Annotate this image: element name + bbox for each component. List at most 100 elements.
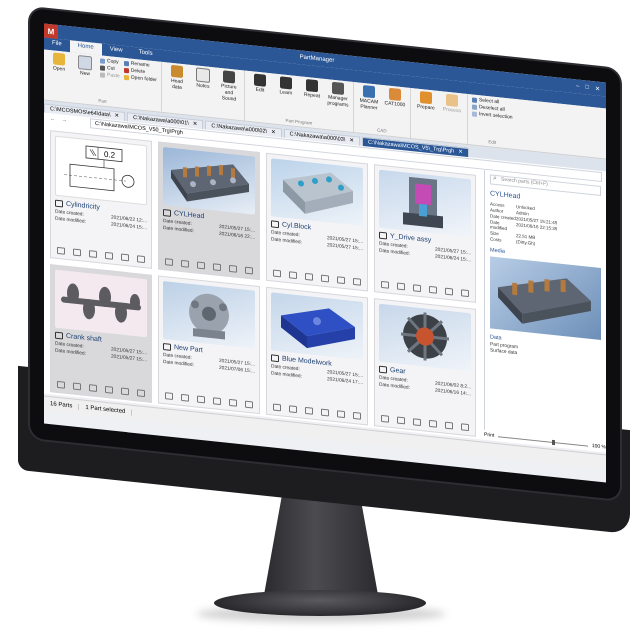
program-icon[interactable] xyxy=(337,276,345,285)
new-button[interactable]: New xyxy=(74,55,96,78)
part-card[interactable]: Cyl.Block Date created: 2021/05/27 15:...… xyxy=(266,152,368,292)
grid-icon[interactable] xyxy=(305,272,313,281)
learn-icon xyxy=(279,76,292,90)
open-button[interactable]: Open xyxy=(48,52,70,73)
edit-button[interactable]: Edit xyxy=(249,73,271,94)
folder-icon xyxy=(379,365,387,374)
settings-icon[interactable] xyxy=(461,289,469,298)
notes-icon[interactable] xyxy=(321,274,329,283)
notes-icon[interactable] xyxy=(213,397,221,406)
cam-icon[interactable] xyxy=(397,416,405,425)
paste-button[interactable]: Paste xyxy=(100,71,120,79)
minimize-icon[interactable]: – xyxy=(576,83,579,90)
gear-icon xyxy=(419,90,432,105)
print-button[interactable]: Print xyxy=(484,432,494,439)
part-card-selected[interactable]: CYLHead Date created: 2021/05/27 15:... D… xyxy=(158,141,260,281)
settings-icon[interactable] xyxy=(137,255,145,264)
close-icon[interactable]: ✕ xyxy=(595,85,600,93)
close-tab-icon[interactable]: ✕ xyxy=(271,129,276,135)
notes-button[interactable]: Notes xyxy=(192,67,214,90)
prepare-button[interactable]: Prepare xyxy=(415,90,437,112)
cam-icon[interactable] xyxy=(289,405,297,414)
cam-icon[interactable] xyxy=(181,393,189,402)
settings-icon[interactable] xyxy=(461,423,469,432)
notes-icon[interactable] xyxy=(105,251,113,260)
folder-icon[interactable] xyxy=(57,380,65,389)
part-thumbnail xyxy=(55,269,147,338)
part-name: New Part xyxy=(174,344,203,355)
media-preview[interactable] xyxy=(490,256,601,341)
folder-icon xyxy=(123,74,129,80)
manager-programs-button[interactable]: Manager programs xyxy=(327,81,349,108)
folder-icon[interactable] xyxy=(273,269,281,278)
part-name: CYLHead xyxy=(174,210,205,221)
part-card[interactable]: 0.2 Cylindricity Date created: 2021/06/22… xyxy=(50,130,152,269)
manager-icon xyxy=(331,81,344,95)
settings-icon[interactable] xyxy=(245,266,253,275)
close-tab-icon[interactable]: ✕ xyxy=(349,138,354,144)
notes-icon[interactable] xyxy=(429,285,437,294)
program-icon[interactable] xyxy=(229,264,237,273)
notes-icon[interactable] xyxy=(105,385,113,394)
grid-icon[interactable] xyxy=(413,284,421,293)
cam-icon[interactable] xyxy=(289,271,297,280)
cam-icon[interactable] xyxy=(73,382,81,391)
folder-icon xyxy=(55,331,63,340)
planner-icon xyxy=(362,84,375,99)
notes-icon[interactable] xyxy=(213,263,221,272)
cat1000-button[interactable]: CAT1000 xyxy=(384,87,406,108)
learn-button[interactable]: Learn xyxy=(275,76,297,97)
folder-icon[interactable] xyxy=(57,246,65,255)
speaker-icon xyxy=(222,70,235,84)
settings-icon[interactable] xyxy=(245,400,253,409)
folder-icon[interactable] xyxy=(165,392,173,401)
cam-icon[interactable] xyxy=(181,259,189,268)
grid-icon[interactable] xyxy=(305,406,313,415)
new-icon xyxy=(78,55,92,71)
back-arrow-icon[interactable]: ← xyxy=(50,116,56,123)
settings-icon[interactable] xyxy=(353,277,361,286)
notes-icon xyxy=(195,67,210,83)
folder-icon[interactable] xyxy=(381,280,389,289)
cam-icon[interactable] xyxy=(397,282,405,291)
part-card[interactable]: Blue Modelwork Date created: 2021/05/27 1… xyxy=(266,286,368,426)
macam-planner-button[interactable]: MACAM Planner xyxy=(358,84,380,112)
part-card[interactable]: Gear Date created: 2021/06/02 8:2... Date… xyxy=(374,298,476,437)
maximize-icon[interactable]: □ xyxy=(585,84,589,91)
folder-icon[interactable] xyxy=(273,403,281,412)
close-tab-icon[interactable]: ✕ xyxy=(193,121,198,127)
settings-icon[interactable] xyxy=(137,389,145,398)
part-name: Cylindricity xyxy=(66,200,100,212)
notes-icon[interactable] xyxy=(429,419,437,428)
cam-icon[interactable] xyxy=(73,248,81,257)
part-card[interactable]: Y_Drive assy Date created: 2021/05/27 15:… xyxy=(374,164,476,303)
folder-icon xyxy=(271,220,279,229)
notes-icon[interactable] xyxy=(321,408,329,417)
process-button[interactable]: Process xyxy=(441,93,463,114)
grid-icon[interactable] xyxy=(413,418,421,427)
program-icon[interactable] xyxy=(121,253,129,262)
part-thumbnail xyxy=(271,292,363,360)
folder-icon xyxy=(379,231,387,240)
program-icon[interactable] xyxy=(229,398,237,407)
close-tab-icon[interactable]: ✕ xyxy=(458,149,463,155)
process-icon xyxy=(445,93,458,107)
head-data-button[interactable]: Head data xyxy=(166,64,188,91)
program-icon[interactable] xyxy=(445,287,453,296)
repeat-button[interactable]: Repeat xyxy=(301,78,323,99)
program-icon[interactable] xyxy=(121,387,129,396)
picture-sound-button[interactable]: Picture and Sound xyxy=(218,70,240,103)
close-tab-icon[interactable]: ✕ xyxy=(115,113,120,119)
part-card[interactable]: New Part Date created: 2021/05/27 15:... … xyxy=(158,275,260,415)
program-icon[interactable] xyxy=(337,410,345,419)
grid-icon[interactable] xyxy=(197,261,205,270)
settings-icon[interactable] xyxy=(353,411,361,420)
grid-icon[interactable] xyxy=(197,395,205,404)
folder-icon[interactable] xyxy=(165,258,173,267)
folder-icon[interactable] xyxy=(381,414,389,423)
forward-arrow-icon[interactable]: → xyxy=(62,117,68,124)
part-card[interactable]: Crank shaft Date created: 2021/05/27 15:.… xyxy=(50,264,152,403)
grid-icon[interactable] xyxy=(89,250,97,259)
grid-icon[interactable] xyxy=(89,384,97,393)
program-icon[interactable] xyxy=(445,421,453,430)
